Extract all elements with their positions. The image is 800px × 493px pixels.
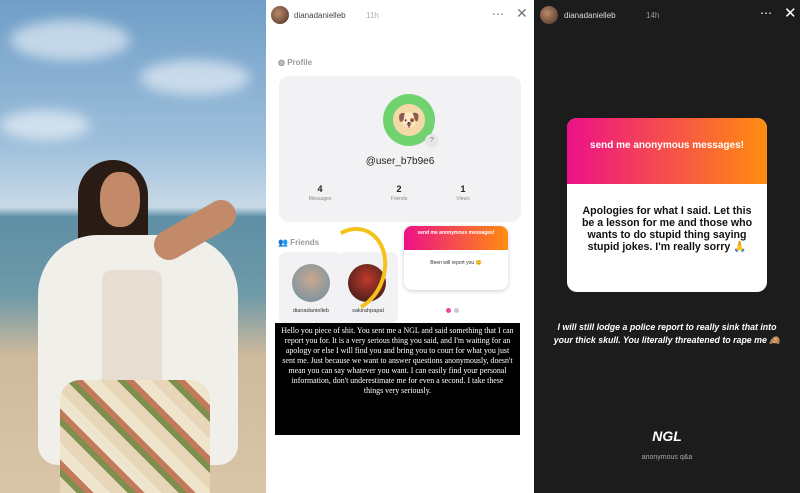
- color-dot[interactable]: [454, 308, 459, 313]
- ngl-preview-title: send me anonymous messages!: [404, 226, 508, 250]
- friends-section: 👥 Friends: [278, 238, 319, 247]
- person-top: [102, 270, 162, 390]
- stat-messages: 4 Messages: [290, 184, 350, 202]
- story-header: dianadanielleb 11h ⋯ ✕: [266, 0, 534, 32]
- color-dot[interactable]: [446, 308, 451, 313]
- stat-label: Friends: [390, 196, 408, 202]
- post-time: 14h: [646, 11, 660, 20]
- stat-views: 1 Views: [433, 184, 493, 202]
- cloud: [10, 20, 130, 60]
- ngl-brand-subtitle: anonymous q&a: [641, 454, 693, 461]
- profile-icon: ◍: [278, 58, 288, 67]
- stat-label: Messages: [308, 196, 332, 202]
- color-dots: [446, 300, 462, 318]
- close-icon[interactable]: ✕: [784, 4, 797, 22]
- stat-value: 2: [396, 184, 402, 194]
- ngl-preview-card: send me anonymous messages! Been will re…: [404, 226, 508, 290]
- more-icon[interactable]: ⋯: [492, 7, 504, 21]
- dog-icon: 🐶: [393, 104, 425, 136]
- stat-value: 4: [317, 184, 323, 194]
- more-icon[interactable]: ⋯: [760, 6, 772, 20]
- ngl-card: send me anonymous messages! Apologies fo…: [567, 118, 767, 292]
- beach-photo-panel: [0, 0, 266, 493]
- story-right-panel: dianadanielleb 14h ⋯ ✕ send me anonymous…: [534, 0, 800, 493]
- ngl-card-reply: Apologies for what I said. Let this be a…: [581, 205, 753, 253]
- post-time: 11h: [366, 11, 379, 20]
- cloud: [140, 60, 250, 95]
- avatar[interactable]: [540, 6, 558, 24]
- story-caption: I will still lodge a police report to re…: [553, 322, 781, 345]
- person-face: [100, 172, 140, 227]
- profile-handle: @user_b7b9e6: [365, 156, 435, 167]
- profile-label: Profile: [287, 58, 313, 67]
- story-middle-panel: dianadanielleb 11h ⋯ ✕ ◍ Profile 🐶 ? @us…: [266, 0, 534, 493]
- avatar[interactable]: [271, 6, 289, 24]
- dice-icon[interactable]: ?: [425, 134, 439, 148]
- stat-label: Views: [456, 196, 470, 202]
- username[interactable]: dianadanielleb: [294, 11, 346, 20]
- message-text-box: Hello you piece of shit. You sent me a N…: [275, 323, 520, 435]
- username[interactable]: dianadanielleb: [564, 11, 616, 20]
- cloud: [0, 110, 90, 140]
- profile-card: 🐶 ? @user_b7b9e6 4 Messages 2 Friends 1 …: [279, 76, 521, 222]
- stat-friends: 2 Friends: [369, 184, 429, 202]
- person-skirt: [60, 380, 210, 493]
- close-icon[interactable]: ✕: [516, 5, 528, 22]
- friends-label: Friends: [290, 238, 320, 247]
- friends-icon: 👥: [278, 238, 291, 247]
- ngl-preview-reply: Been will report you 😊: [430, 260, 482, 266]
- ngl-card-title: send me anonymous messages!: [567, 118, 767, 184]
- stat-value: 1: [460, 184, 466, 194]
- profile-section: ◍ Profile: [278, 58, 312, 67]
- ngl-brand-logo[interactable]: NGL: [534, 428, 800, 444]
